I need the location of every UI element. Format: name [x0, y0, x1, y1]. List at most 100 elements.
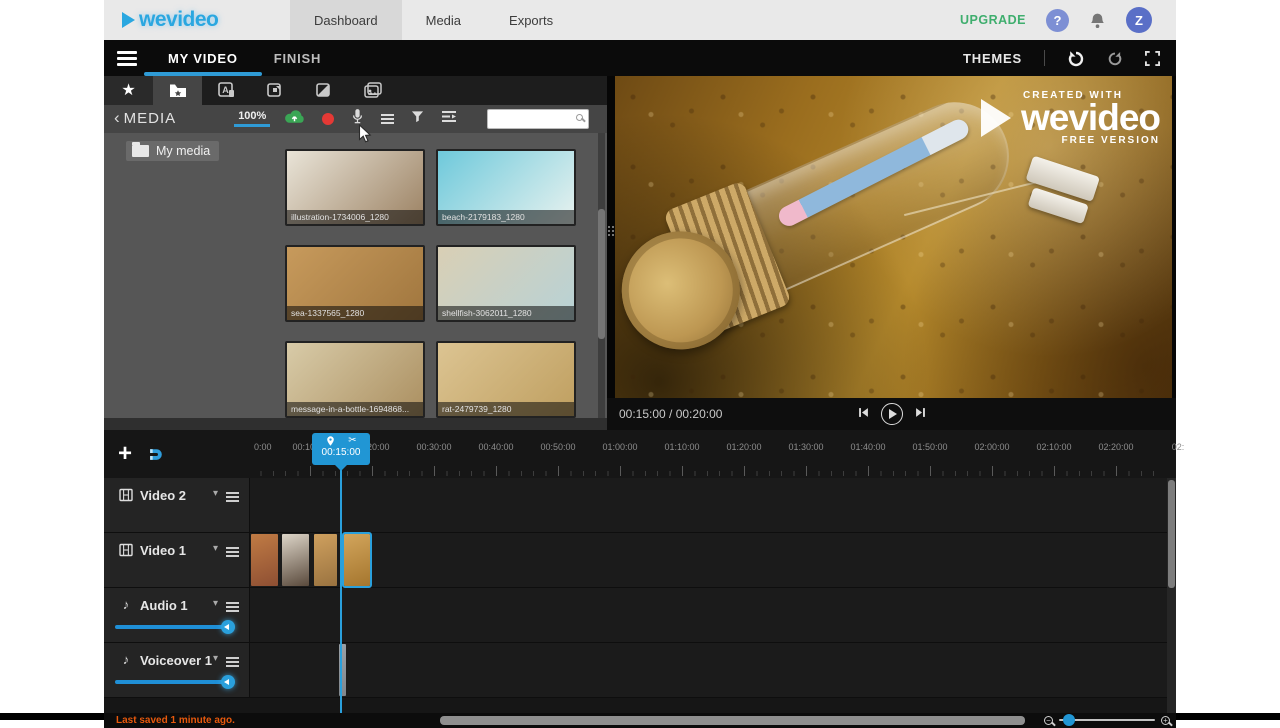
track-content-video-1[interactable]: [250, 533, 1176, 588]
open-folder-icon: [132, 145, 149, 157]
media-item[interactable]: rat-2479739_1280: [436, 341, 576, 418]
track-menu-icon[interactable]: [226, 602, 239, 612]
playback-controls: [858, 403, 926, 425]
top-nav: wevideo DashboardMediaExports UPGRADE ? …: [104, 0, 1176, 40]
ruler-label: 01:00:00: [602, 442, 637, 452]
volume-knob[interactable]: [221, 675, 235, 689]
timeline-clip[interactable]: [251, 534, 278, 586]
media-item[interactable]: shellfish-3062011_1280: [436, 245, 576, 322]
preview-video[interactable]: CREATED WITH wevideo FREE VERSION: [615, 76, 1172, 398]
status-bar: Last saved 1 minute ago. − +: [104, 713, 1176, 728]
top-tab-media[interactable]: Media: [402, 0, 485, 40]
record-icon[interactable]: [322, 113, 334, 125]
next-frame-icon[interactable]: [915, 405, 926, 423]
media-item[interactable]: sea-1337565_1280: [285, 245, 425, 322]
tab-my-video[interactable]: MY VIDEO: [158, 40, 248, 76]
timeline-vertical-scrollbar[interactable]: [1167, 478, 1176, 713]
timeline-horizontal-scrollbar[interactable]: [440, 716, 1025, 725]
cloud-upload-icon[interactable]: [284, 109, 305, 129]
tab-media-folder[interactable]: [153, 76, 202, 105]
media-item[interactable]: message-in-a-bottle-1694868...: [285, 341, 425, 418]
track-header-audio-1[interactable]: ♪Audio 1▾: [104, 588, 250, 643]
chevron-down-icon[interactable]: ▾: [213, 598, 218, 609]
tab-stock-media[interactable]: [349, 76, 398, 105]
media-panel-title: MEDIA: [124, 110, 177, 127]
track-content-voiceover-1[interactable]: [250, 643, 1176, 698]
media-item[interactable]: illustration-1734006_1280: [285, 149, 425, 226]
track-header-voiceover-1[interactable]: ♪Voiceover 1▾: [104, 643, 250, 698]
tab-backgrounds[interactable]: [300, 76, 349, 105]
timeline-tracks: Video 2▾Video 1▾♪Audio 1▾♪Voiceover 1▾: [104, 478, 1176, 698]
wevideo-logo[interactable]: wevideo: [104, 0, 274, 40]
snap-magnet-icon[interactable]: [148, 446, 165, 463]
svg-text:A: A: [222, 85, 229, 95]
list-view-icon[interactable]: [381, 114, 394, 124]
fullscreen-icon[interactable]: [1145, 51, 1160, 66]
media-grid: illustration-1734006_1280beach-2179183_1…: [281, 133, 607, 418]
playhead-line[interactable]: [340, 470, 342, 713]
save-status: Last saved 1 minute ago.: [116, 715, 235, 726]
play-button[interactable]: [881, 403, 903, 425]
panel-resize-grip[interactable]: [608, 226, 615, 236]
timeline-vscroll-thumb[interactable]: [1168, 480, 1175, 588]
top-tab-dashboard[interactable]: Dashboard: [290, 0, 402, 40]
timeline: + 0:0000:10:0000:20:0000:30:0000:40:0000…: [104, 430, 1176, 728]
media-item[interactable]: beach-2179183_1280: [436, 149, 576, 226]
undo-icon[interactable]: [1067, 49, 1085, 67]
tab-finish[interactable]: FINISH: [264, 40, 331, 76]
filter-icon[interactable]: [411, 110, 424, 128]
top-nav-right: UPGRADE ? Z: [960, 0, 1176, 40]
top-tab-exports[interactable]: Exports: [485, 0, 577, 40]
hamburger-menu-icon[interactable]: [104, 40, 150, 76]
timeline-clip[interactable]: [314, 534, 337, 586]
track-content-audio-1[interactable]: [250, 588, 1176, 643]
zoom-slider[interactable]: [1059, 714, 1155, 726]
playhead-badge[interactable]: ✂ 00:15:00: [312, 433, 370, 465]
chevron-down-icon[interactable]: ▾: [213, 543, 218, 554]
back-chevron-icon[interactable]: ‹: [114, 108, 120, 128]
folder-list: My media: [104, 133, 281, 418]
zoom-out-icon[interactable]: −: [1044, 716, 1053, 725]
note-icon: ♪: [116, 598, 136, 611]
themes-button[interactable]: THEMES: [963, 51, 1022, 66]
track-menu-icon[interactable]: [226, 657, 239, 667]
timeline-clip-selected[interactable]: [344, 534, 370, 586]
media-scrollbar-thumb[interactable]: [598, 209, 605, 339]
volume-knob[interactable]: [221, 620, 235, 634]
tab-favorites[interactable]: ★: [104, 76, 153, 105]
volume-slider[interactable]: [115, 620, 235, 634]
help-button[interactable]: ?: [1046, 9, 1069, 32]
tab-text[interactable]: A: [202, 76, 251, 105]
search-input[interactable]: [488, 111, 588, 129]
notifications-bell-icon[interactable]: [1089, 12, 1106, 29]
zoom-in-icon[interactable]: +: [1161, 716, 1170, 725]
chevron-down-icon[interactable]: ▾: [213, 653, 218, 664]
add-to-timeline-icon[interactable]: [441, 110, 457, 128]
track-menu-icon[interactable]: [226, 547, 239, 557]
volume-slider[interactable]: [115, 675, 235, 689]
media-panel: ★ A ‹ MEDIA 100%: [104, 76, 607, 430]
media-scrollbar[interactable]: [598, 133, 605, 418]
logo-play-icon: [122, 12, 135, 28]
zoom-slider-knob[interactable]: [1063, 714, 1075, 726]
timeline-clip[interactable]: [282, 534, 309, 586]
media-panel-tabs: ★ A: [104, 76, 607, 105]
divider: [1044, 50, 1045, 66]
user-avatar[interactable]: Z: [1126, 7, 1152, 33]
media-folder-icon: [169, 83, 187, 98]
watermark-brand: wevideo: [1021, 101, 1160, 135]
timeline-ruler[interactable]: 0:0000:10:0000:20:0000:30:0000:40:0000:5…: [250, 430, 1176, 478]
tab-transitions[interactable]: [251, 76, 300, 105]
track-menu-icon[interactable]: [226, 492, 239, 502]
track-row: Video 1▾: [104, 533, 1176, 588]
folder-item-my-media[interactable]: My media: [126, 141, 219, 161]
track-content-video-2[interactable]: [250, 478, 1176, 533]
add-track-icon[interactable]: +: [118, 444, 132, 464]
track-header-video-2[interactable]: Video 2▾: [104, 478, 250, 533]
previous-frame-icon[interactable]: [858, 405, 869, 423]
chevron-down-icon[interactable]: ▾: [213, 488, 218, 499]
track-header-video-1[interactable]: Video 1▾: [104, 533, 250, 588]
redo-icon[interactable]: [1107, 50, 1123, 66]
media-panel-header: ‹ MEDIA 100%: [104, 105, 607, 133]
upgrade-link[interactable]: UPGRADE: [960, 13, 1026, 27]
